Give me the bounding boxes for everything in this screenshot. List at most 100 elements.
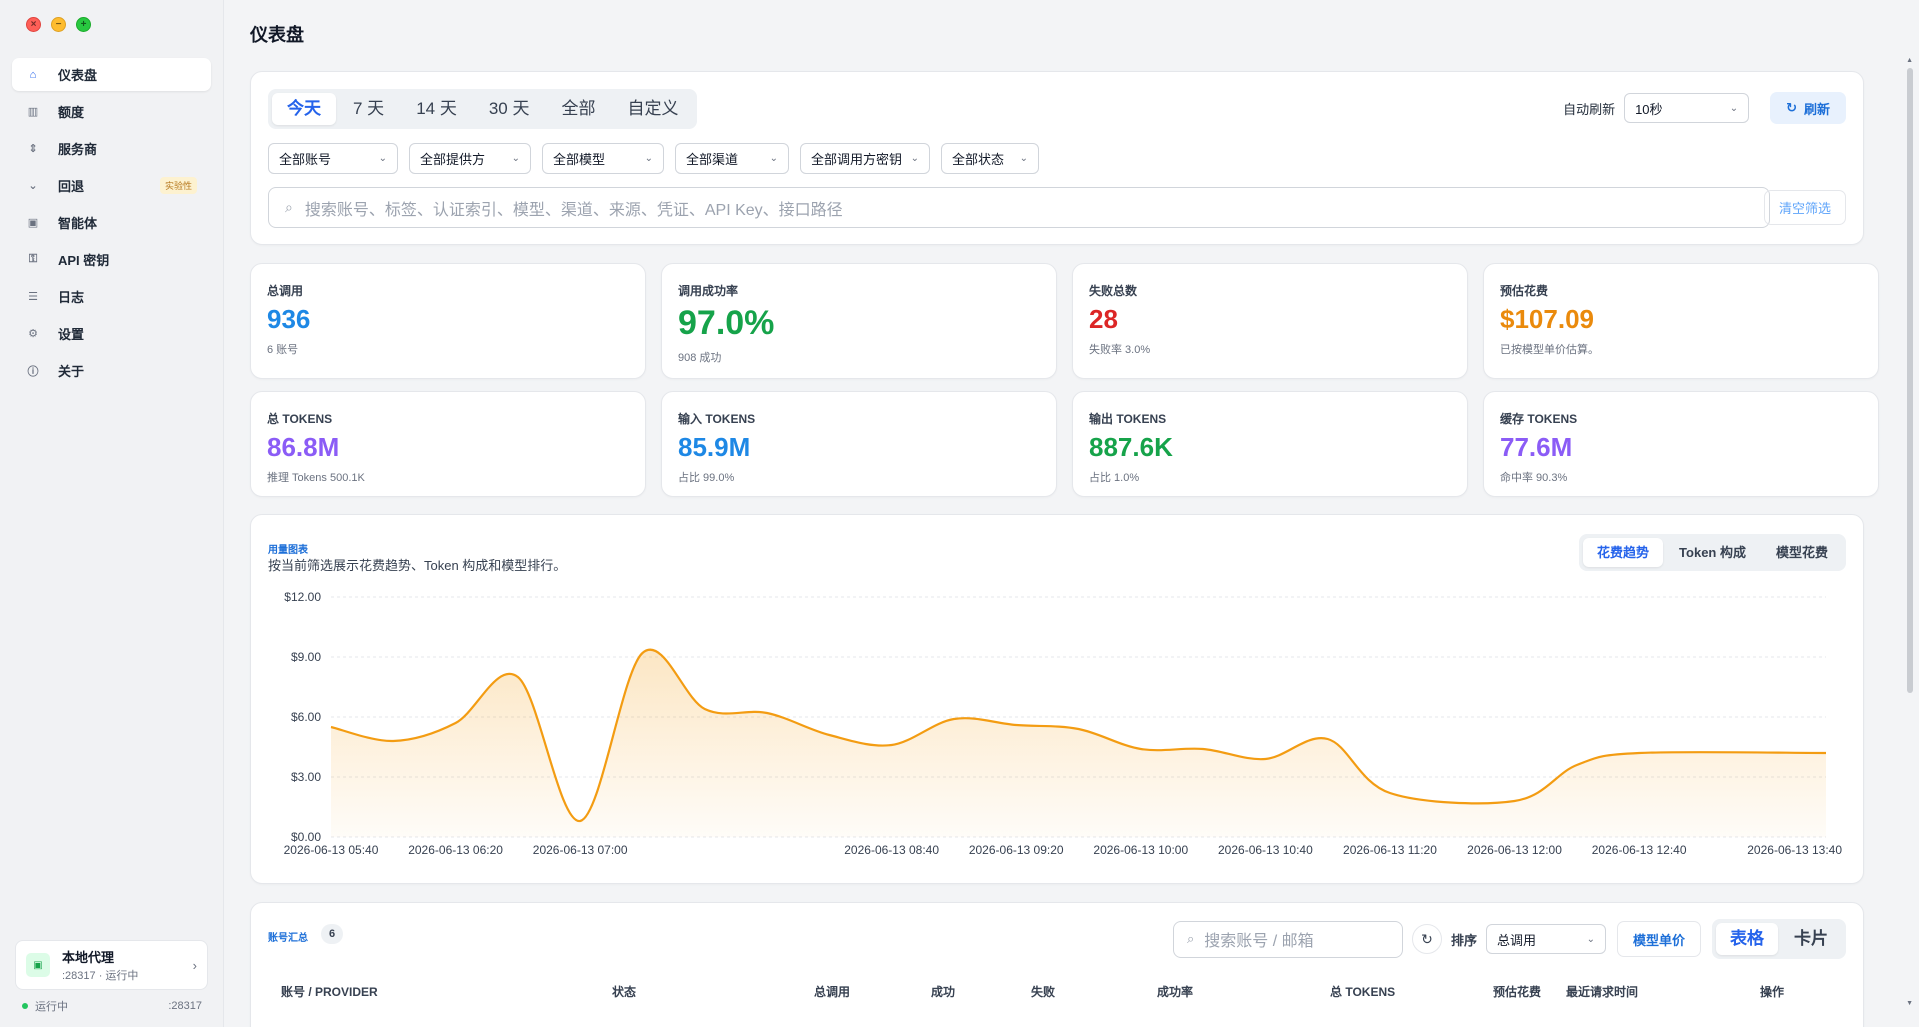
- range-tab-1[interactable]: 7 天: [338, 93, 399, 125]
- filter-select-0[interactable]: 全部账号 ⌄: [268, 143, 398, 174]
- chevron-down-icon: ⌄: [1019, 153, 1028, 164]
- data-point: [1326, 737, 1330, 741]
- filter-select-4[interactable]: 全部调用方密钥 ⌄: [800, 143, 930, 174]
- chevron-down-icon: ⌄: [1586, 933, 1595, 945]
- sidebar-item-6[interactable]: ☰ 日志: [12, 280, 211, 313]
- sidebar: ⌂ 仪表盘 ▥ 额度 ⇕ 服务商 ⌄ 回退 实验性 ▣ 智能体 ⚿ API 密钥 ☰ 日志 ⚙ 设置 ⓘ 关于 ▣ …: [0, 0, 224, 1027]
- x-tick-label: 2026-06-13 12:40: [1592, 843, 1687, 857]
- column-header[interactable]: 状态: [612, 983, 636, 1000]
- x-tick-label: 2026-06-13 10:40: [1218, 843, 1313, 857]
- data-point: [890, 743, 894, 747]
- stat-card-3: 预估花费 $107.09 已按模型单价估算。: [1483, 263, 1879, 379]
- stat-value: 85.9M: [678, 432, 751, 462]
- footer-status-text: 运行中: [35, 1001, 68, 1013]
- auto-refresh: 自动刷新 10秒 ⌄ ↻ 刷新: [1563, 92, 1846, 124]
- data-point: [1388, 791, 1392, 795]
- sidebar-item-1[interactable]: ▥ 额度: [12, 95, 211, 128]
- reload-button[interactable]: ↻: [1411, 924, 1442, 954]
- sidebar-item-3[interactable]: ⌄ 回退 实验性: [12, 169, 211, 202]
- scrollbar-thumb[interactable]: [1907, 68, 1913, 693]
- sidebar-item-7[interactable]: ⚙ 设置: [12, 317, 211, 350]
- sidebar-item-2[interactable]: ⇕ 服务商: [12, 132, 211, 165]
- proxy-subtitle: :28317 · 运行中: [62, 970, 139, 982]
- account-search-input[interactable]: ⌕ 搜索账号 / 邮箱: [1172, 920, 1403, 958]
- sidebar-item-label: 智能体: [58, 216, 98, 231]
- stat-value: 77.6M: [1500, 432, 1573, 462]
- column-header[interactable]: 成功: [931, 983, 955, 1000]
- data-point: [578, 819, 582, 823]
- x-tick-label: 2026-06-13 08:40: [844, 843, 939, 857]
- x-tick-label: 2026-06-13 07:00: [533, 843, 628, 857]
- sidebar-item-4[interactable]: ▣ 智能体: [12, 206, 211, 239]
- stat-label: 失败总数: [1089, 284, 1138, 298]
- account-search-placeholder: 搜索账号 / 邮箱: [1204, 933, 1314, 950]
- table-count-badge: 6: [321, 924, 343, 944]
- sidebar-nav: ⌂ 仪表盘 ▥ 额度 ⇕ 服务商 ⌄ 回退 实验性 ▣ 智能体 ⚿ API 密钥 ☰ 日志 ⚙ 设置 ⓘ 关于: [12, 58, 211, 391]
- column-header[interactable]: 成功率: [1157, 983, 1193, 1000]
- scroll-up-icon[interactable]: ▲: [1906, 57, 1913, 64]
- filter-select-1[interactable]: 全部提供方 ⌄: [409, 143, 531, 174]
- y-tick-label: $3.00: [291, 770, 321, 784]
- x-tick-label: 2026-06-13 12:00: [1467, 843, 1562, 857]
- data-point: [516, 675, 520, 679]
- data-point: [1575, 763, 1579, 767]
- column-header[interactable]: 预估花费: [1493, 983, 1541, 1000]
- model-price-button[interactable]: 模型单价: [1616, 921, 1701, 957]
- view-toggle: 表格 卡片: [1712, 919, 1846, 959]
- sidebar-item-8[interactable]: ⓘ 关于: [12, 354, 211, 387]
- filter-select-2[interactable]: 全部模型 ⌄: [542, 143, 664, 174]
- auto-refresh-select[interactable]: 10秒 ⌄: [1624, 93, 1750, 123]
- range-tab-3[interactable]: 30 天: [474, 93, 545, 125]
- range-tab-2[interactable]: 14 天: [401, 93, 472, 125]
- column-header[interactable]: 失败: [1031, 983, 1055, 1000]
- agent-icon: ▣: [27, 217, 39, 229]
- stat-card-5: 输入 TOKENS 85.9M 占比 99.0%: [661, 391, 1057, 497]
- sidebar-item-0[interactable]: ⌂ 仪表盘: [12, 58, 211, 91]
- data-point: [703, 707, 707, 711]
- auto-refresh-label: 自动刷新: [1563, 101, 1616, 117]
- main-content: 仪表盘 今天 7 天 14 天 30 天全部 自定义 自动刷新 10秒 ⌄ ↻ 刷新 全…: [225, 0, 1919, 1027]
- view-tab-1[interactable]: 卡片: [1780, 923, 1842, 955]
- filter-selects: 全部账号 ⌄ 全部提供方 ⌄ 全部模型 ⌄ 全部渠道 ⌄ 全部调用方密钥 ⌄ 全部状态 ⌄: [268, 143, 1039, 174]
- table-title: 账号汇总: [268, 933, 308, 944]
- data-point: [952, 717, 956, 721]
- chevron-down-icon: ⌄: [511, 153, 520, 164]
- clear-filters-button[interactable]: 清空筛选: [1764, 190, 1846, 225]
- chevron-down-icon: ⌄: [910, 153, 919, 164]
- column-header[interactable]: 总调用: [814, 983, 850, 1000]
- sidebar-item-label: API 密钥: [58, 253, 110, 268]
- footer-status: 运行中 :28317: [22, 998, 202, 1014]
- range-tab-4[interactable]: 全部: [546, 93, 610, 125]
- filter-select-3[interactable]: 全部渠道 ⌄: [675, 143, 789, 174]
- column-header[interactable]: 最近请求时间: [1566, 983, 1638, 1000]
- stat-subtext: 已按模型单价估算。: [1500, 343, 1599, 356]
- search-input[interactable]: ⌕ 搜索账号、标签、认证索引、模型、渠道、来源、凭证、API Key、接口路径: [268, 187, 1770, 228]
- sidebar-item-5[interactable]: ⚿ API 密钥: [12, 243, 211, 276]
- sort-select[interactable]: 总调用 ⌄: [1485, 924, 1606, 954]
- stat-subtext: 推理 Tokens 500.1K: [267, 471, 365, 484]
- close-window-button[interactable]: [26, 17, 41, 32]
- filter-select-value: 全部状态: [952, 152, 1005, 167]
- stat-value: 887.6K: [1089, 432, 1173, 462]
- stat-value: 97.0%: [678, 304, 775, 342]
- maximize-window-button[interactable]: [76, 17, 91, 32]
- list-icon: ☰: [28, 291, 38, 303]
- column-header[interactable]: 账号 / PROVIDER: [281, 983, 378, 1000]
- stat-subtext: 占比 99.0%: [678, 471, 735, 484]
- local-proxy-card[interactable]: ▣ 本地代理 :28317 · 运行中 ›: [15, 940, 208, 990]
- range-tab-5[interactable]: 自定义: [612, 93, 693, 125]
- stat-value: $107.09: [1500, 304, 1594, 334]
- range-tab-0[interactable]: 今天: [272, 93, 336, 125]
- scroll-down-icon[interactable]: ▼: [1906, 1000, 1913, 1007]
- minimize-window-button[interactable]: [51, 17, 66, 32]
- x-tick-label: 2026-06-13 13:40: [1747, 843, 1842, 857]
- column-header[interactable]: 操作: [1760, 983, 1784, 1000]
- experimental-badge: 实验性: [159, 177, 197, 194]
- refresh-button[interactable]: ↻ 刷新: [1770, 92, 1846, 124]
- view-tab-0[interactable]: 表格: [1716, 923, 1778, 955]
- filter-select-5[interactable]: 全部状态 ⌄: [941, 143, 1039, 174]
- data-point: [1077, 727, 1081, 731]
- sort-label: 排序: [1450, 932, 1477, 948]
- filter-select-value: 全部提供方: [420, 152, 486, 167]
- column-header[interactable]: 总 TOKENS: [1330, 983, 1395, 1000]
